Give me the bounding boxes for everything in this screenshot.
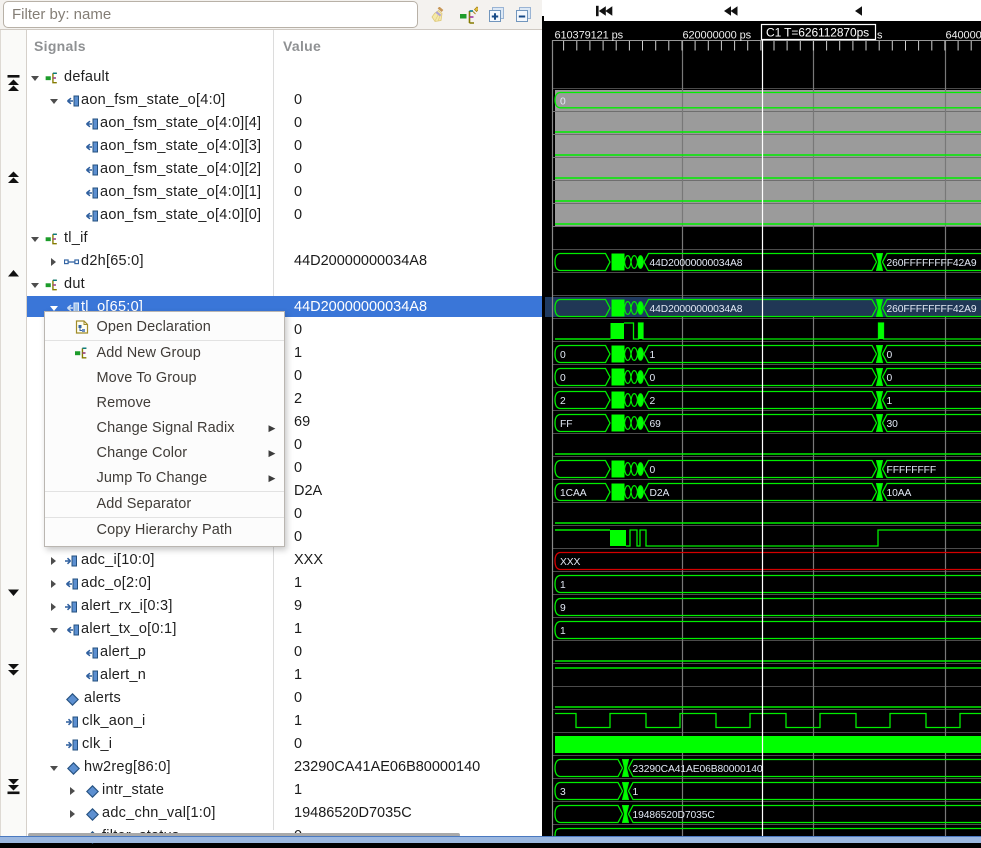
- svg-text:0: 0: [887, 373, 893, 384]
- svg-text:2: 2: [650, 396, 656, 407]
- svg-text:23290CA41AE06B80000140: 23290CA41AE06B80000140: [633, 764, 763, 775]
- svg-text:D2A: D2A: [650, 488, 670, 499]
- svg-text:FFFFFFFF: FFFFFFFF: [887, 465, 937, 476]
- svg-text:0: 0: [650, 373, 656, 384]
- svg-text:620000000 ps: 620000000 ps: [683, 30, 752, 42]
- svg-text:260FFFFFFFF42A9: 260FFFFFFFF42A9: [887, 258, 977, 269]
- svg-text:s: s: [877, 30, 883, 42]
- svg-text:0: 0: [887, 350, 893, 361]
- svg-text:0: 0: [560, 373, 566, 384]
- svg-text:30: 30: [887, 419, 899, 430]
- svg-text:19486520D7035C: 19486520D7035C: [633, 810, 716, 821]
- svg-text:1: 1: [650, 350, 656, 361]
- svg-text:XXX: XXX: [560, 557, 581, 568]
- svg-text:C1 T=626112870ps: C1 T=626112870ps: [766, 26, 869, 40]
- svg-text:44D20000000034A8: 44D20000000034A8: [650, 304, 743, 315]
- svg-text:1: 1: [633, 787, 639, 798]
- svg-text:610379121 ps: 610379121 ps: [555, 30, 624, 42]
- svg-text:0: 0: [650, 465, 656, 476]
- svg-text:1: 1: [560, 626, 566, 637]
- svg-text:69: 69: [650, 419, 662, 430]
- svg-text:44D20000000034A8: 44D20000000034A8: [650, 258, 743, 269]
- svg-text:1: 1: [887, 396, 893, 407]
- svg-text:9: 9: [560, 603, 566, 614]
- svg-text:1CAA: 1CAA: [560, 488, 587, 499]
- svg-text:3: 3: [560, 787, 566, 798]
- svg-text:260FFFFFFFF42A9: 260FFFFFFFF42A9: [887, 304, 977, 315]
- svg-text:1: 1: [560, 580, 566, 591]
- svg-text:10AA: 10AA: [887, 488, 912, 499]
- svg-text:2: 2: [560, 396, 566, 407]
- svg-text:0: 0: [560, 350, 566, 361]
- svg-text:640000: 640000: [946, 30, 981, 42]
- svg-text:FF: FF: [560, 419, 572, 430]
- svg-text:0: 0: [560, 97, 566, 108]
